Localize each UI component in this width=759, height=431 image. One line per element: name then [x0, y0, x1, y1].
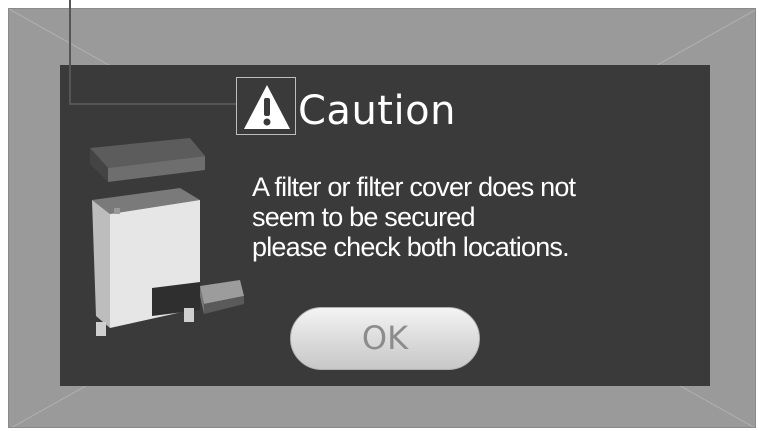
warning-icon	[244, 85, 290, 129]
message-line: seem to be secured	[252, 202, 476, 232]
dialog-message: A filter or filter cover does not seem t…	[252, 172, 672, 262]
air-purifier-device-icon	[90, 138, 244, 336]
ok-button[interactable]: OK	[290, 307, 480, 370]
dialog-title: Caution	[298, 88, 456, 134]
message-line: please check both locations.	[252, 232, 570, 262]
message-line: A filter or filter cover does not	[252, 172, 576, 202]
